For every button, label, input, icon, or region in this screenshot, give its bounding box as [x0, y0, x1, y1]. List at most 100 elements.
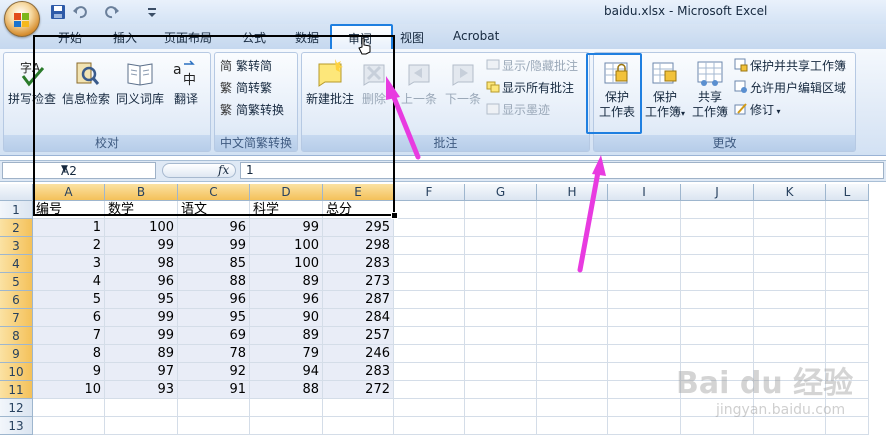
cell-c12[interactable]	[178, 399, 250, 417]
cell-j9[interactable]	[681, 345, 754, 363]
cell-h7[interactable]	[537, 309, 608, 327]
cell-a1[interactable]: 编号	[33, 201, 105, 219]
cell-j8[interactable]	[681, 327, 754, 345]
cell-b7[interactable]: 99	[105, 309, 178, 327]
row-header-13[interactable]: 13	[0, 417, 33, 435]
worksheet-grid[interactable]: A B C D E F G H I J K L 1 编号 数学 语文 科学 总分 2 1 100 96 99 295 3 2 99 9…	[0, 184, 886, 440]
cell-f6[interactable]	[394, 291, 465, 309]
row-header-6[interactable]: 6	[0, 291, 33, 309]
cell-c7[interactable]: 95	[178, 309, 250, 327]
cell-d2[interactable]: 99	[250, 219, 323, 237]
cell-j7[interactable]	[681, 309, 754, 327]
cell-i10[interactable]	[608, 363, 681, 381]
cell-a6[interactable]: 5	[33, 291, 105, 309]
allow-edit-ranges-button[interactable]: 允许用户编辑区域	[734, 79, 846, 96]
cell-j13[interactable]	[681, 417, 754, 435]
cell-b4[interactable]: 98	[105, 255, 178, 273]
cell-l12[interactable]	[826, 399, 869, 417]
cell-k3[interactable]	[754, 237, 826, 255]
tab-view[interactable]: 视图	[400, 29, 424, 46]
protect-sheet-button[interactable]: 保护 工作表	[594, 58, 640, 120]
cell-h13[interactable]	[537, 417, 608, 435]
thesaurus-button[interactable]: 同义词库	[114, 58, 166, 107]
cell-i2[interactable]	[608, 219, 681, 237]
cell-a7[interactable]: 6	[33, 309, 105, 327]
traditional-to-simplified-button[interactable]: 简繁转简	[220, 57, 272, 74]
name-box[interactable]: A2 ▼	[2, 162, 156, 179]
cell-b12[interactable]	[105, 399, 178, 417]
cell-f4[interactable]	[394, 255, 465, 273]
cell-i9[interactable]	[608, 345, 681, 363]
cell-k6[interactable]	[754, 291, 826, 309]
cell-d12[interactable]	[250, 399, 323, 417]
cell-a13[interactable]	[33, 417, 105, 435]
cell-e9[interactable]: 246	[323, 345, 394, 363]
cell-g13[interactable]	[465, 417, 537, 435]
cell-k12[interactable]	[754, 399, 826, 417]
cell-e7[interactable]: 284	[323, 309, 394, 327]
cell-d8[interactable]: 89	[250, 327, 323, 345]
cell-g9[interactable]	[465, 345, 537, 363]
cell-a11[interactable]: 10	[33, 381, 105, 399]
cell-k4[interactable]	[754, 255, 826, 273]
cell-b9[interactable]: 89	[105, 345, 178, 363]
row-header-7[interactable]: 7	[0, 309, 33, 327]
column-header-j[interactable]: J	[681, 184, 754, 201]
cell-f5[interactable]	[394, 273, 465, 291]
cell-i13[interactable]	[608, 417, 681, 435]
cell-d13[interactable]	[250, 417, 323, 435]
cell-f10[interactable]	[394, 363, 465, 381]
cell-c4[interactable]: 85	[178, 255, 250, 273]
cell-c9[interactable]: 78	[178, 345, 250, 363]
cell-e5[interactable]: 273	[323, 273, 394, 291]
cell-f13[interactable]	[394, 417, 465, 435]
cell-f11[interactable]	[394, 381, 465, 399]
cell-c5[interactable]: 88	[178, 273, 250, 291]
cell-f8[interactable]	[394, 327, 465, 345]
cell-l9[interactable]	[826, 345, 869, 363]
share-workbook-button[interactable]: 共享 工作簿	[690, 58, 730, 120]
next-comment-button[interactable]: 下一条	[442, 58, 484, 107]
show-all-comments-button[interactable]: 显示所有批注	[486, 79, 574, 96]
cell-h11[interactable]	[537, 381, 608, 399]
cell-b6[interactable]: 95	[105, 291, 178, 309]
cell-c10[interactable]: 92	[178, 363, 250, 381]
cell-c3[interactable]: 99	[178, 237, 250, 255]
cell-b2[interactable]: 100	[105, 219, 178, 237]
tab-insert[interactable]: 插入	[113, 29, 137, 46]
redo-icon[interactable]	[104, 4, 120, 20]
cell-j1[interactable]	[681, 201, 754, 219]
cell-j3[interactable]	[681, 237, 754, 255]
cell-d11[interactable]: 88	[250, 381, 323, 399]
cell-j2[interactable]	[681, 219, 754, 237]
tab-data[interactable]: 数据	[295, 29, 319, 46]
cell-b1[interactable]: 数学	[105, 201, 178, 219]
cell-g11[interactable]	[465, 381, 537, 399]
row-header-4[interactable]: 4	[0, 255, 33, 273]
cell-d5[interactable]: 89	[250, 273, 323, 291]
cell-g2[interactable]	[465, 219, 537, 237]
cell-f7[interactable]	[394, 309, 465, 327]
cell-g5[interactable]	[465, 273, 537, 291]
cell-k7[interactable]	[754, 309, 826, 327]
cell-h9[interactable]	[537, 345, 608, 363]
cell-e1[interactable]: 总分	[323, 201, 394, 219]
cell-l2[interactable]	[826, 219, 869, 237]
cell-e10[interactable]: 283	[323, 363, 394, 381]
cell-l6[interactable]	[826, 291, 869, 309]
cell-g7[interactable]	[465, 309, 537, 327]
cell-g8[interactable]	[465, 327, 537, 345]
row-header-5[interactable]: 5	[0, 273, 33, 291]
select-all-corner[interactable]	[0, 184, 33, 201]
cell-l5[interactable]	[826, 273, 869, 291]
cell-k8[interactable]	[754, 327, 826, 345]
cell-d1[interactable]: 科学	[250, 201, 323, 219]
cell-k5[interactable]	[754, 273, 826, 291]
show-hide-comment-button[interactable]: 显示/隐藏批注	[486, 57, 578, 74]
chinese-conversion-button[interactable]: 繁简繁转换	[220, 101, 284, 118]
cell-i11[interactable]	[608, 381, 681, 399]
cell-a8[interactable]: 7	[33, 327, 105, 345]
cell-a10[interactable]: 9	[33, 363, 105, 381]
cell-l10[interactable]	[826, 363, 869, 381]
save-icon[interactable]	[50, 4, 66, 20]
